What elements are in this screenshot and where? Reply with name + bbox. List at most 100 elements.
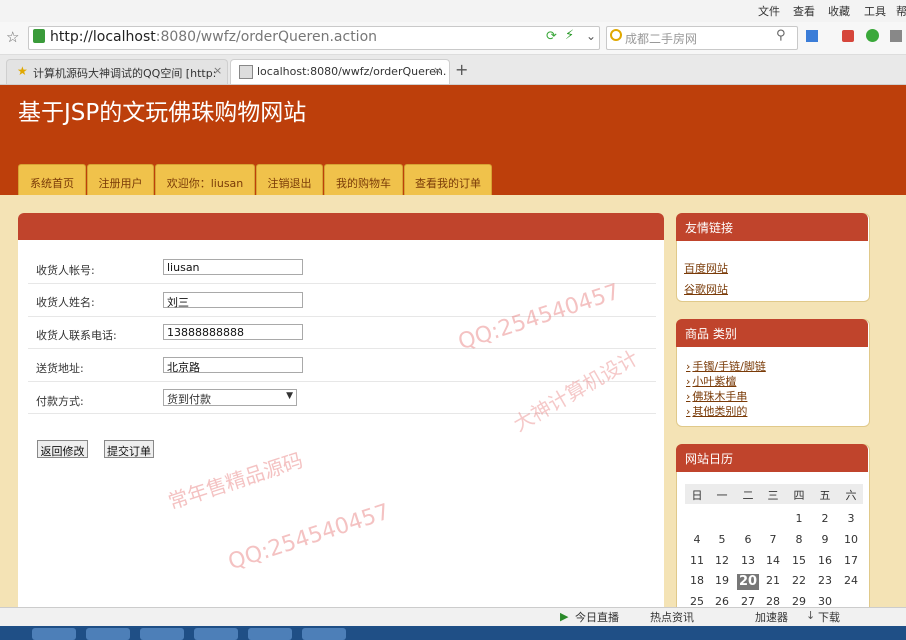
url-text[interactable]: http://localhost:8080/wwfz/orderQueren.a…: [50, 29, 377, 45]
calendar-day[interactable]: 4: [686, 533, 708, 546]
row-divider: [28, 283, 656, 284]
calendar-day[interactable]: 24: [840, 574, 862, 587]
name-field[interactable]: 刘三: [163, 292, 303, 309]
search-input-text[interactable]: 成都二手房网: [625, 30, 697, 47]
nav-welcome[interactable]: 欢迎你：liusan: [155, 164, 255, 195]
calendar-day[interactable]: 6: [737, 533, 759, 546]
menu-view[interactable]: 查看: [793, 3, 815, 19]
live-icon: ▶: [560, 610, 569, 623]
search-icon[interactable]: ⚲: [776, 28, 786, 43]
calendar-day[interactable]: 1: [788, 512, 810, 525]
calendar-day[interactable]: 11: [686, 554, 708, 567]
category-link[interactable]: 其他类别的: [686, 403, 747, 419]
taskbar-app-icon[interactable]: [194, 628, 238, 640]
calendar-weekday: 五: [819, 489, 831, 502]
calendar-day[interactable]: 7: [762, 533, 784, 546]
back-edit-button[interactable]: 返回修改: [37, 440, 88, 458]
calendar-day[interactable]: 9: [814, 533, 836, 546]
status-live[interactable]: 今日直播: [575, 609, 619, 625]
star-icon: ★: [17, 64, 28, 78]
account-field[interactable]: liusan: [163, 259, 303, 275]
calendar-day[interactable]: 23: [814, 574, 836, 587]
submit-order-button[interactable]: 提交订单: [104, 440, 154, 458]
calendar-day[interactable]: 21: [762, 574, 784, 587]
calendar-day[interactable]: 8: [788, 533, 810, 546]
nav-my-orders[interactable]: 查看我的订单: [404, 164, 492, 195]
tab-qq-space[interactable]: ★ 计算机源码大神调试的QQ空间 [http: ×: [6, 59, 228, 84]
nav-home[interactable]: 系统首页: [18, 164, 86, 195]
site-title: 基于JSP的文玩佛珠购物网站: [18, 100, 307, 126]
status-news[interactable]: 热点资讯: [650, 609, 694, 625]
status-download[interactable]: 下载: [818, 609, 840, 625]
friend-link-google[interactable]: 谷歌网站: [684, 281, 728, 297]
category-link[interactable]: 佛珠木手串: [686, 388, 747, 404]
tab-label: 计算机源码大神调试的QQ空间 [http:: [33, 67, 217, 80]
taskbar-app-icon[interactable]: [248, 628, 292, 640]
calendar-day[interactable]: 16: [814, 554, 836, 567]
close-icon[interactable]: ×: [213, 64, 222, 77]
calendar-day[interactable]: 10: [840, 533, 862, 546]
refresh-icon[interactable]: ⟳: [546, 29, 557, 44]
calendar-day[interactable]: 15: [788, 554, 810, 567]
download-icon: ↓: [806, 609, 816, 622]
page-icon: [239, 65, 253, 79]
calendar-day[interactable]: 18: [686, 574, 708, 587]
category-title: 商品 类别: [676, 319, 868, 347]
calendar-day[interactable]: 2: [814, 512, 836, 525]
calendar-weekday: 一: [716, 489, 728, 502]
dropdown-arrow-icon: ▼: [286, 391, 293, 401]
address-field[interactable]: 北京路: [163, 357, 303, 374]
category-link[interactable]: 手镯/手链/脚链: [686, 358, 765, 374]
nav-logout[interactable]: 注销退出: [256, 164, 323, 195]
close-icon[interactable]: ×: [433, 64, 442, 77]
tab-order-confirm[interactable]: localhost:8080/wwfz/orderQueren. ×: [230, 59, 450, 84]
calendar-today[interactable]: 20: [737, 574, 759, 590]
tab-label: localhost:8080/wwfz/orderQueren.: [257, 65, 447, 78]
menu-help[interactable]: 帮: [896, 3, 906, 19]
calendar-weekday: 四: [793, 489, 805, 502]
nav-register[interactable]: 注册用户: [87, 164, 154, 195]
menu-tools[interactable]: 工具: [864, 3, 886, 19]
payment-selected: 货到付款: [167, 393, 211, 406]
calendar-day[interactable]: 14: [762, 554, 784, 567]
taskbar-app-icon[interactable]: [302, 628, 346, 640]
status-accelerator[interactable]: 加速器: [755, 609, 788, 625]
taskbar-app-icon[interactable]: [140, 628, 184, 640]
row-divider: [28, 348, 656, 349]
calendar-day[interactable]: 13: [737, 554, 759, 567]
friend-link-baidu[interactable]: 百度网站: [684, 260, 728, 276]
mail-icon[interactable]: [842, 30, 854, 42]
apps-icon[interactable]: [806, 30, 818, 42]
account-label: 收货人帐号:: [36, 264, 95, 277]
nav-cart[interactable]: 我的购物车: [324, 164, 403, 195]
taskbar-app-icon[interactable]: [86, 628, 130, 640]
order-panel-header: [18, 213, 664, 240]
star-icon[interactable]: ☆: [6, 28, 19, 46]
calendar-day[interactable]: 5: [711, 533, 733, 546]
payment-label: 付款方式:: [36, 395, 84, 408]
calendar-weekday: 二: [742, 489, 754, 502]
calendar-day[interactable]: 3: [840, 512, 862, 525]
more-icon[interactable]: [890, 30, 902, 42]
calendar-day[interactable]: 17: [840, 554, 862, 567]
menu-favorites[interactable]: 收藏: [828, 3, 850, 19]
payment-select[interactable]: 货到付款 ▼: [163, 389, 297, 406]
calendar-weekday: 三: [767, 489, 779, 502]
calendar-day[interactable]: 22: [788, 574, 810, 587]
calendar-title: 网站日历: [676, 444, 868, 472]
category-link[interactable]: 小叶紫檀: [686, 373, 736, 389]
new-tab-button[interactable]: +: [455, 60, 468, 79]
menu-file[interactable]: 文件: [758, 3, 780, 19]
phone-field[interactable]: 13888888888: [163, 324, 303, 340]
calendar-day[interactable]: 19: [711, 574, 733, 587]
chevron-down-icon[interactable]: ⌄: [586, 29, 596, 43]
shield-icon: [33, 29, 45, 43]
calendar-day[interactable]: 12: [711, 554, 733, 567]
taskbar-app-icon[interactable]: [32, 628, 76, 640]
friends-title: 友情链接: [676, 213, 868, 241]
name-label: 收货人姓名:: [36, 296, 95, 309]
lightning-icon[interactable]: ⚡: [565, 28, 574, 43]
search-engine-icon: [610, 29, 622, 41]
calendar-weekday: 日: [691, 489, 703, 502]
guard-icon[interactable]: [866, 29, 879, 42]
